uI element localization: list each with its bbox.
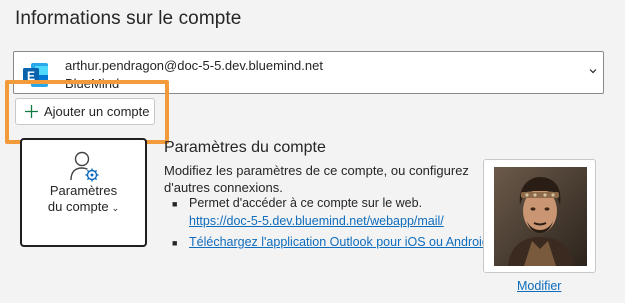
webmail-link[interactable]: https://doc-5-5.dev.bluemind.net/webapp/… xyxy=(189,214,444,228)
settings-tile-label-line2: du compte ⌄ xyxy=(47,199,120,214)
outlook-mobile-link[interactable]: Téléchargez l'application Outlook pour i… xyxy=(189,235,492,249)
account-settings-button[interactable]: Paramètres du compte ⌄ xyxy=(20,138,147,247)
exchange-icon: E xyxy=(23,63,48,87)
bullet-icon: ■ xyxy=(172,238,178,248)
page-title: Informations sur le compte xyxy=(15,8,242,29)
add-account-button[interactable]: Ajouter un compte xyxy=(15,98,155,125)
account-type: BlueMind xyxy=(65,76,120,91)
settings-section-title: Paramètres du compte xyxy=(164,139,326,156)
account-email: arthur.pendragon@doc-5-5.dev.bluemind.ne… xyxy=(65,58,323,73)
profile-photo-frame xyxy=(483,159,596,273)
chevron-down-icon xyxy=(589,69,597,74)
bullet-icon: ■ xyxy=(172,199,178,209)
account-selector[interactable]: E arthur.pendragon@doc-5-5.dev.bluemind.… xyxy=(13,51,604,94)
add-account-label: Ajouter un compte xyxy=(44,104,150,119)
user-gear-icon xyxy=(70,151,99,182)
web-access-text: Permet d'accéder à ce compte sur le web. xyxy=(189,196,423,210)
modify-photo-link[interactable]: Modifier xyxy=(517,279,561,293)
profile-photo xyxy=(494,167,587,266)
settings-tile-label-line1: Paramètres xyxy=(49,183,118,198)
plus-icon xyxy=(25,105,38,118)
settings-section-description: Modifiez les paramètres de ce compte, ou… xyxy=(164,163,469,195)
svg-text:E: E xyxy=(27,69,35,83)
chevron-down-icon: ⌄ xyxy=(111,203,120,213)
